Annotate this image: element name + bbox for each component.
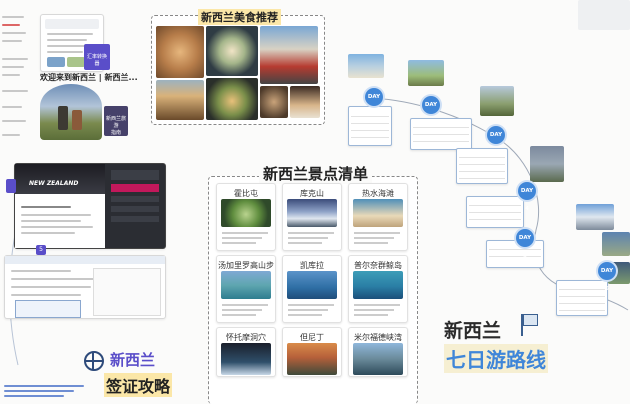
itinerary-title-line1: 新西兰 bbox=[444, 320, 502, 342]
sight-photo[interactable] bbox=[221, 199, 271, 227]
visa-section: NEW ZEALAND 5 新西兰 签证攻略 bbox=[0, 155, 180, 403]
food-photo-burger[interactable] bbox=[156, 80, 204, 120]
day-node-5[interactable]: DAY 5 bbox=[516, 229, 534, 259]
sight-description-line bbox=[288, 242, 322, 244]
sight-description-line bbox=[288, 232, 334, 234]
sight-name: 怀托摩洞穴 bbox=[226, 333, 266, 342]
sight-description-line bbox=[288, 314, 322, 316]
day-node-2[interactable]: DAY 2 bbox=[422, 96, 440, 126]
itinerary-section: DAY 1 DAY 2 DAY 3 DAY 4 DAY 5 DAY 6 新西兰 … bbox=[340, 0, 630, 403]
day-node-4[interactable]: DAY 4 bbox=[518, 182, 536, 212]
sight-photo[interactable] bbox=[287, 199, 337, 227]
visa-title-line2: 签证攻略 bbox=[104, 373, 173, 397]
sight-card[interactable]: 凯库拉 bbox=[282, 255, 342, 323]
day5-table[interactable] bbox=[486, 240, 544, 268]
sight-name: 凯库拉 bbox=[300, 261, 324, 270]
flag-icon bbox=[518, 312, 538, 338]
sight-card[interactable]: 怀托摩洞穴 bbox=[216, 327, 276, 377]
top-right-photo[interactable] bbox=[578, 0, 630, 30]
itinerary-title-line2: 七日游路线 bbox=[444, 344, 548, 373]
food-photo-dessert[interactable] bbox=[290, 86, 320, 118]
sight-description-line bbox=[222, 309, 262, 311]
visa-title-line1: 新西兰 bbox=[110, 351, 156, 369]
visa-globe-icon bbox=[84, 351, 104, 371]
sight-name: 霍比屯 bbox=[234, 189, 258, 198]
day3-table[interactable] bbox=[456, 148, 508, 184]
sight-description-line bbox=[288, 304, 334, 306]
food-photo-dish[interactable] bbox=[260, 86, 288, 118]
sight-card[interactable]: 库克山 bbox=[282, 183, 342, 251]
sight-description-line bbox=[222, 242, 256, 244]
sight-description-line bbox=[288, 309, 328, 311]
sight-description-line bbox=[222, 232, 268, 234]
welcome-photo[interactable] bbox=[40, 84, 102, 140]
welcome-section: 欢迎来到新西兰 | 新西兰... 汇率转换器 新西兰旅游 指南 bbox=[0, 10, 138, 150]
day1-photo[interactable] bbox=[348, 54, 384, 78]
visa-website-screenshot[interactable]: NEW ZEALAND bbox=[14, 163, 166, 249]
sight-description-line bbox=[222, 304, 268, 306]
sight-card[interactable]: 汤加里罗高山步道 bbox=[216, 255, 276, 323]
day-node-1[interactable]: DAY 1 bbox=[365, 88, 383, 118]
sight-description-line bbox=[288, 237, 328, 239]
day4-photo[interactable] bbox=[530, 146, 564, 182]
sight-description-line bbox=[222, 237, 262, 239]
sight-card[interactable]: 霍比屯 bbox=[216, 183, 276, 251]
food-photo-bowl[interactable] bbox=[206, 26, 258, 76]
visa-footnote bbox=[4, 383, 94, 399]
food-title: 新西兰美食推荐 bbox=[198, 9, 281, 25]
food-photo-sandwich[interactable] bbox=[206, 78, 258, 120]
travel-guide-badge[interactable]: 新西兰旅游 指南 bbox=[104, 106, 128, 136]
food-photo-street[interactable] bbox=[260, 26, 318, 84]
day6-photo[interactable] bbox=[602, 232, 630, 256]
day-node-6[interactable]: DAY 6 bbox=[598, 262, 616, 292]
day2-photo[interactable] bbox=[408, 60, 444, 86]
day-node-3[interactable]: DAY 3 bbox=[487, 126, 505, 156]
day5-photo[interactable] bbox=[576, 204, 614, 230]
day2-table[interactable] bbox=[410, 118, 472, 150]
travel-guide-label: 新西兰旅游 指南 bbox=[105, 116, 126, 136]
sight-photo[interactable] bbox=[287, 271, 337, 299]
exchange-rate-label: 汇率转换器 bbox=[86, 54, 107, 67]
visa-form-screenshot[interactable] bbox=[4, 255, 166, 319]
day3-photo[interactable] bbox=[480, 86, 514, 116]
visa-step-badge: 5 bbox=[36, 245, 46, 255]
food-section: 新西兰美食推荐 bbox=[151, 9, 325, 125]
sight-name: 但尼丁 bbox=[300, 333, 324, 342]
sight-description-line bbox=[222, 314, 256, 316]
exchange-rate-badge[interactable]: 汇率转换器 bbox=[84, 44, 110, 70]
food-photo-pizza[interactable] bbox=[156, 26, 204, 78]
visa-side-badge bbox=[6, 179, 16, 193]
sight-photo[interactable] bbox=[221, 343, 271, 375]
day1-table[interactable] bbox=[348, 106, 392, 146]
day6-table[interactable] bbox=[556, 280, 608, 316]
sight-card[interactable]: 但尼丁 bbox=[282, 327, 342, 377]
sight-name: 库克山 bbox=[300, 189, 324, 198]
day4-table[interactable] bbox=[466, 196, 524, 228]
sight-photo[interactable] bbox=[221, 271, 271, 299]
welcome-title[interactable]: 欢迎来到新西兰 | 新西兰... bbox=[40, 72, 138, 83]
visa-site-name: NEW ZEALAND bbox=[29, 180, 79, 187]
sight-photo[interactable] bbox=[287, 343, 337, 375]
